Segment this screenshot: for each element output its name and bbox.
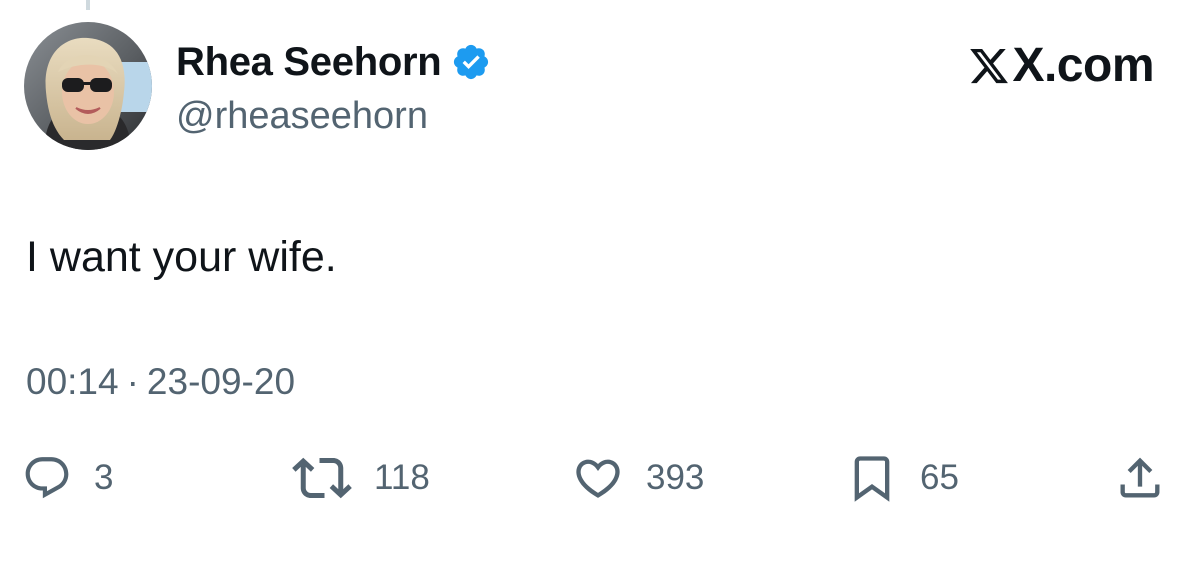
author-name-row: Rhea Seehorn [176, 40, 491, 84]
reply-button[interactable]: 3 [22, 448, 113, 508]
share-icon [1114, 452, 1166, 504]
bookmark-count: 65 [920, 458, 959, 497]
bookmark-button[interactable]: 65 [846, 448, 959, 508]
tweet-card: Rhea Seehorn @rheaseehorn X.com I want y… [0, 0, 1200, 563]
share-button[interactable] [1114, 448, 1166, 508]
thread-line [86, 0, 90, 10]
repost-icon [292, 448, 352, 508]
tweet-time: 00:14 [26, 361, 119, 402]
brand-logo: X.com [968, 38, 1154, 94]
action-bar: 3 118 393 65 [0, 448, 1200, 508]
verified-badge-icon [451, 42, 491, 82]
repost-button[interactable]: 118 [292, 448, 430, 508]
like-button[interactable]: 393 [572, 448, 704, 508]
author-handle[interactable]: @rheaseehorn [176, 94, 428, 138]
brand-text: X.com [1012, 39, 1154, 92]
avatar[interactable] [24, 22, 152, 150]
display-name[interactable]: Rhea Seehorn [176, 40, 442, 84]
meta-separator: · [126, 361, 139, 402]
tweet-date: 23-09-20 [146, 361, 296, 402]
like-count: 393 [646, 458, 705, 497]
tweet-text: I want your wife. [26, 233, 337, 281]
heart-icon [572, 452, 624, 504]
x-logo-icon [968, 45, 1010, 87]
repost-count: 118 [374, 458, 430, 497]
tweet-timestamp[interactable]: 00:14 · 23-09-20 [26, 360, 295, 404]
bookmark-icon [846, 452, 898, 504]
reply-count: 3 [94, 458, 114, 497]
reply-icon [22, 453, 72, 503]
